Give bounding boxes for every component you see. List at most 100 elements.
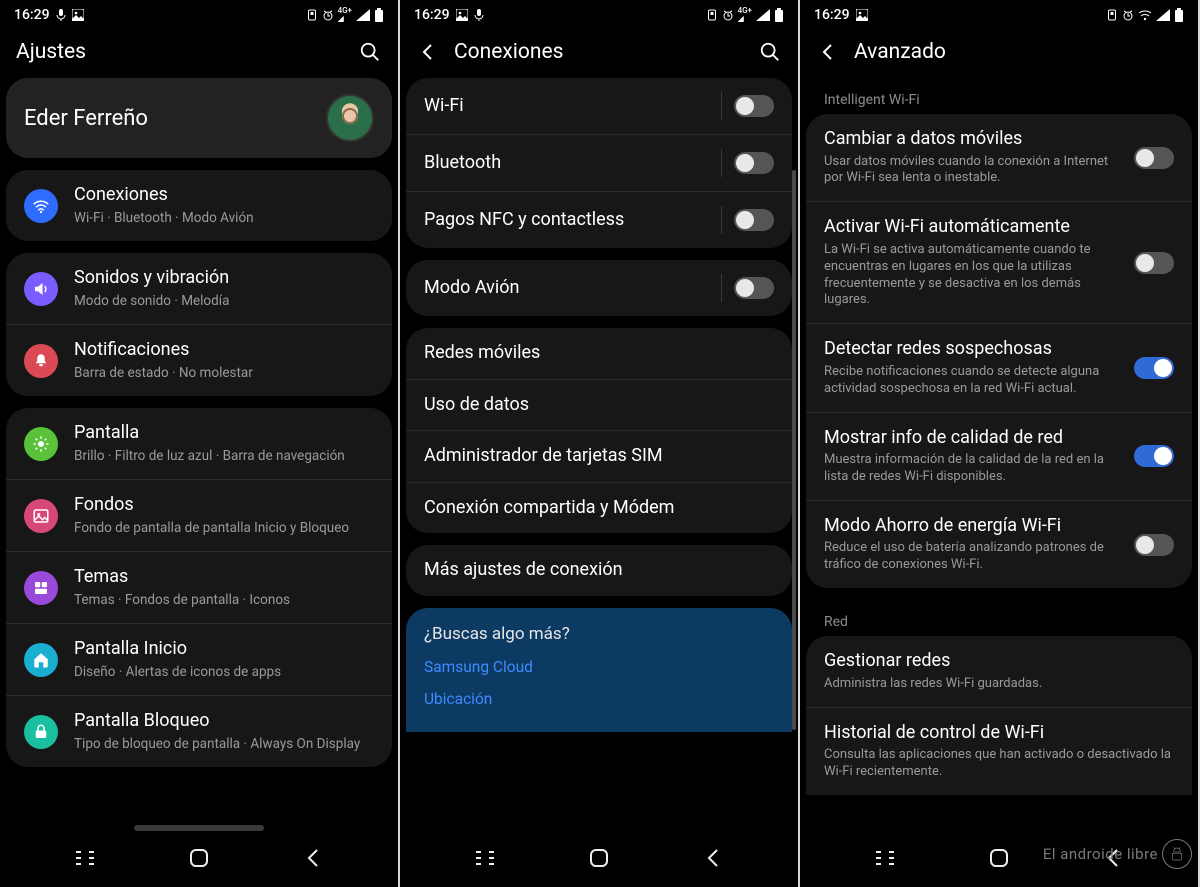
row-title: Mostrar info de calidad de red (824, 427, 1120, 450)
dnd-icon (706, 9, 718, 21)
row-fondos[interactable]: Fondos Fondo de pantalla de pantalla Ini… (6, 479, 392, 551)
row-conexiones[interactable]: Conexiones Wi-Fi · Bluetooth · Modo Avió… (6, 170, 392, 241)
row-switch-mobile-data[interactable]: Cambiar a datos móviles Usar datos móvil… (806, 114, 1192, 201)
suggest-link[interactable]: Samsung Cloud (424, 658, 774, 676)
row-notificaciones[interactable]: Notificaciones Barra de estado · No mole… (6, 324, 392, 396)
row-title: Bluetooth (424, 152, 707, 175)
sound-icon (24, 272, 58, 306)
row-wifi-powersave[interactable]: Modo Ahorro de energía Wi-Fi Reduce el u… (806, 500, 1192, 588)
row-subtitle: Brillo · Filtro de luz azul · Barra de n… (74, 448, 374, 466)
toggle-wifi[interactable] (734, 95, 774, 117)
row-title: Detectar redes sospechosas (824, 338, 1120, 361)
alarm-icon (722, 9, 734, 21)
nav-back[interactable] (1099, 844, 1127, 872)
row-airplane[interactable]: Modo Avión (406, 260, 792, 316)
row-bluetooth[interactable]: Bluetooth (406, 134, 792, 191)
toggle[interactable] (1134, 534, 1174, 556)
row-subtitle: Temas · Fondos de pantalla · Iconos (74, 592, 374, 610)
row-network-quality[interactable]: Mostrar info de calidad de red Muestra i… (806, 412, 1192, 500)
row-title: Activar Wi-Fi automáticamente (824, 216, 1120, 239)
signal-icon (356, 9, 370, 21)
row-pantalla-bloqueo[interactable]: Pantalla Bloqueo Tipo de bloqueo de pant… (6, 695, 392, 767)
row-pantalla-inicio[interactable]: Pantalla Inicio Diseño · Alertas de icon… (6, 623, 392, 695)
row-detect-suspicious[interactable]: Detectar redes sospechosas Recibe notifi… (806, 323, 1192, 411)
row-sonidos[interactable]: Sonidos y vibración Modo de sonido · Mel… (6, 253, 392, 324)
row-subtitle: La Wi-Fi se activa automáticamente cuand… (824, 242, 1120, 310)
row-title: Pantalla Inicio (74, 638, 374, 661)
row-title: Notificaciones (74, 339, 374, 362)
toggle-bluetooth[interactable] (734, 152, 774, 174)
lock-icon (24, 715, 58, 749)
back-button[interactable] (416, 40, 440, 64)
row-pantalla[interactable]: Pantalla Brillo · Filtro de luz azul · B… (6, 408, 392, 479)
toggle[interactable] (1134, 357, 1174, 379)
nav-recents[interactable] (871, 844, 899, 872)
nav-recents[interactable] (71, 844, 99, 872)
header: Avanzado (800, 30, 1198, 78)
nav-bar (0, 835, 398, 887)
back-button[interactable] (816, 40, 840, 64)
nav-recents[interactable] (471, 844, 499, 872)
settings-group: Modo Avión (406, 260, 792, 316)
toggle-nfc[interactable] (734, 209, 774, 231)
toggle[interactable] (1134, 147, 1174, 169)
row-title: Conexión compartida y Módem (424, 497, 774, 520)
row-nfc[interactable]: Pagos NFC y contactless (406, 191, 792, 248)
settings-group: Wi-Fi Bluetooth Pagos NFC y contactless (406, 78, 792, 248)
row-temas[interactable]: Temas Temas · Fondos de pantalla · Icono… (6, 551, 392, 623)
screen-avanzado: 16:29 Avanzado Intelligent Wi-Fi Cambiar… (800, 0, 1198, 887)
status-time: 16:29 (14, 7, 50, 23)
nav-back[interactable] (299, 844, 327, 872)
palette-icon (24, 571, 58, 605)
row-title: Administrador de tarjetas SIM (424, 445, 774, 468)
toggle[interactable] (1134, 445, 1174, 467)
row-more-connection[interactable]: Más ajustes de conexión (406, 545, 792, 596)
search-button[interactable] (358, 40, 382, 64)
image-icon (856, 9, 868, 21)
toggle[interactable] (1134, 252, 1174, 274)
suggest-link[interactable]: Ubicación (424, 690, 774, 708)
status-time: 16:29 (414, 7, 450, 23)
row-subtitle: Usar datos móviles cuando la conexión a … (824, 154, 1120, 188)
search-button[interactable] (758, 40, 782, 64)
row-title: Historial de control de Wi-Fi (824, 722, 1174, 745)
row-sim-manager[interactable]: Administrador de tarjetas SIM (406, 430, 792, 482)
row-title: Pantalla (74, 422, 374, 445)
profile-card[interactable]: Eder Ferreño (6, 78, 392, 158)
row-wifi-history[interactable]: Historial de control de Wi-Fi Consulta l… (806, 707, 1192, 795)
row-subtitle: Consulta las aplicaciones que han activa… (824, 747, 1174, 781)
nav-home[interactable] (185, 844, 213, 872)
row-title: Cambiar a datos móviles (824, 128, 1120, 151)
signal-icon (1156, 9, 1170, 21)
screen-ajustes: 16:29 4G+◢ Ajustes Eder Ferreño (0, 0, 398, 887)
row-title: Conexiones (74, 184, 374, 207)
settings-group: Sonidos y vibración Modo de sonido · Mel… (6, 253, 392, 396)
nav-back[interactable] (699, 844, 727, 872)
page-title: Conexiones (454, 40, 744, 64)
nav-bar (400, 835, 798, 887)
battery-icon (774, 8, 784, 22)
settings-group: Cambiar a datos móviles Usar datos móvil… (806, 114, 1192, 588)
toggle-airplane[interactable] (734, 277, 774, 299)
signal-icon (756, 9, 770, 21)
row-subtitle: Administra las redes Wi-Fi guardadas. (824, 676, 1174, 693)
row-mobile-networks[interactable]: Redes móviles (406, 328, 792, 379)
row-subtitle: Fondo de pantalla de pantalla Inicio y B… (74, 520, 374, 538)
row-title: Más ajustes de conexión (424, 559, 774, 582)
nav-home[interactable] (585, 844, 613, 872)
scrollbar[interactable] (792, 170, 796, 790)
settings-group: Conexiones Wi-Fi · Bluetooth · Modo Avió… (6, 170, 392, 241)
row-wifi[interactable]: Wi-Fi (406, 78, 792, 134)
page-title: Ajustes (16, 40, 344, 64)
bell-icon (24, 344, 58, 378)
row-manage-networks[interactable]: Gestionar redes Administra las redes Wi-… (806, 636, 1192, 706)
row-auto-wifi[interactable]: Activar Wi-Fi automáticamente La Wi-Fi s… (806, 201, 1192, 323)
row-data-usage[interactable]: Uso de datos (406, 379, 792, 431)
row-tethering[interactable]: Conexión compartida y Módem (406, 482, 792, 534)
status-bar: 16:29 (800, 0, 1198, 30)
battery-icon (374, 8, 384, 22)
status-bar: 16:29 4G+◢ (400, 0, 798, 30)
suggestions-card: ¿Buscas algo más? Samsung Cloud Ubicació… (406, 608, 792, 732)
nav-home[interactable] (985, 844, 1013, 872)
image-icon (72, 9, 84, 21)
